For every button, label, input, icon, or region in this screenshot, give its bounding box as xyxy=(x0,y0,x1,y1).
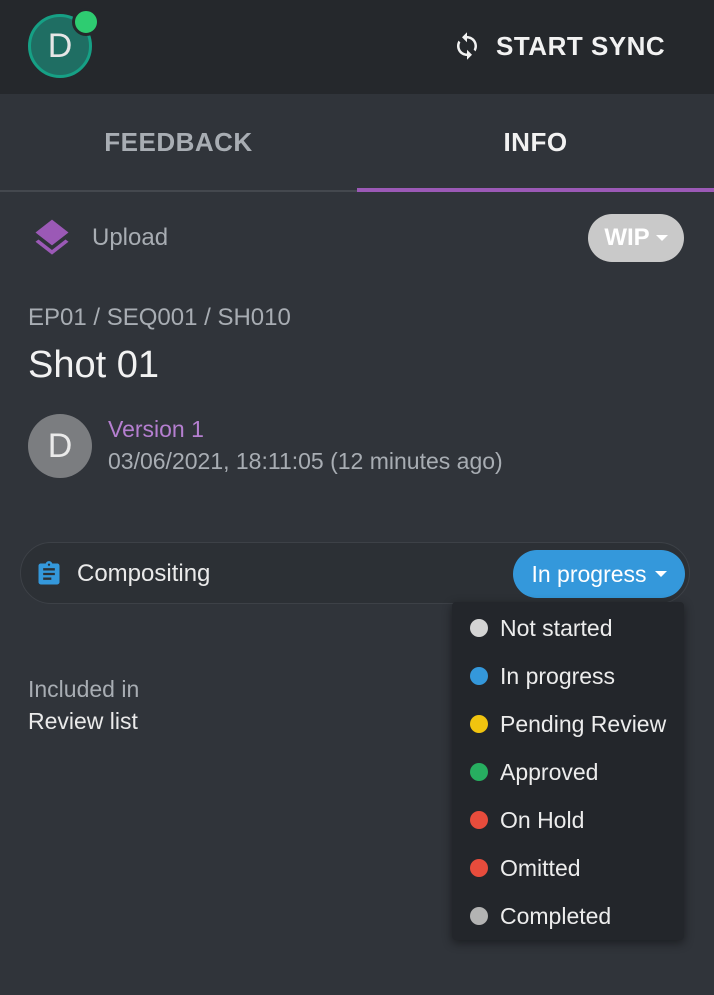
status-option-on-hold[interactable]: On Hold xyxy=(452,796,684,844)
status-dropdown-menu: Not started In progress Pending Review A… xyxy=(452,602,684,940)
wip-label: WIP xyxy=(604,224,650,251)
chevron-down-icon xyxy=(655,235,668,241)
status-option-omitted[interactable]: Omitted xyxy=(452,844,684,892)
status-dot xyxy=(470,763,488,781)
status-option-label: In progress xyxy=(500,662,616,689)
task-status-button[interactable]: In progress xyxy=(513,550,685,598)
start-sync-button[interactable]: START SYNC xyxy=(452,26,665,66)
upload-row: Upload xyxy=(30,216,168,260)
status-option-approved[interactable]: Approved xyxy=(452,748,684,796)
version-date: 03/06/2021, 18:11:05 (12 minutes ago) xyxy=(108,448,503,474)
breadcrumb: EP01 / SEQ001 / SH010 xyxy=(28,304,291,331)
included-in-value: Review list xyxy=(28,708,138,734)
version-link[interactable]: Version 1 xyxy=(108,416,204,443)
page-title: Shot 01 xyxy=(28,344,159,386)
status-dot xyxy=(470,619,488,637)
online-status-dot xyxy=(72,8,100,36)
status-dot xyxy=(470,811,488,829)
top-bar: D START SYNC xyxy=(0,0,714,94)
status-option-label: Approved xyxy=(500,758,599,785)
sync-label: START SYNC xyxy=(496,30,666,61)
layers-icon xyxy=(30,216,74,260)
task-row: Compositing In progress xyxy=(20,542,690,604)
user-avatar[interactable]: D xyxy=(28,8,100,78)
status-dot xyxy=(470,715,488,733)
clipboard-icon xyxy=(35,559,63,589)
status-option-pending-review[interactable]: Pending Review xyxy=(452,700,684,748)
active-tab-indicator xyxy=(357,188,714,192)
status-option-not-started[interactable]: Not started xyxy=(452,604,684,652)
upload-label: Upload xyxy=(92,224,169,251)
status-option-label: Not started xyxy=(500,614,613,641)
status-dot xyxy=(470,667,488,685)
task-status-label: In progress xyxy=(531,560,647,587)
status-option-label: On Hold xyxy=(500,806,585,833)
tab-bar: FEEDBACK INFO xyxy=(0,94,714,192)
status-dot xyxy=(470,859,488,877)
included-in-label: Included in xyxy=(28,676,140,702)
tab-info[interactable]: INFO xyxy=(357,94,714,190)
status-dot xyxy=(470,907,488,925)
status-option-label: Completed xyxy=(500,902,612,929)
status-option-in-progress[interactable]: In progress xyxy=(452,652,684,700)
version-author-avatar: D xyxy=(28,414,92,478)
app: D START SYNC FEEDBACK INFO Upload WIP EP… xyxy=(0,0,714,995)
chevron-down-icon xyxy=(654,571,667,577)
tab-feedback[interactable]: FEEDBACK xyxy=(0,94,357,190)
sync-icon xyxy=(452,31,482,61)
status-option-completed[interactable]: Completed xyxy=(452,892,684,940)
status-option-label: Pending Review xyxy=(500,710,667,737)
task-name: Compositing xyxy=(77,560,211,587)
wip-status-button[interactable]: WIP xyxy=(588,214,684,262)
status-option-label: Omitted xyxy=(500,854,581,881)
